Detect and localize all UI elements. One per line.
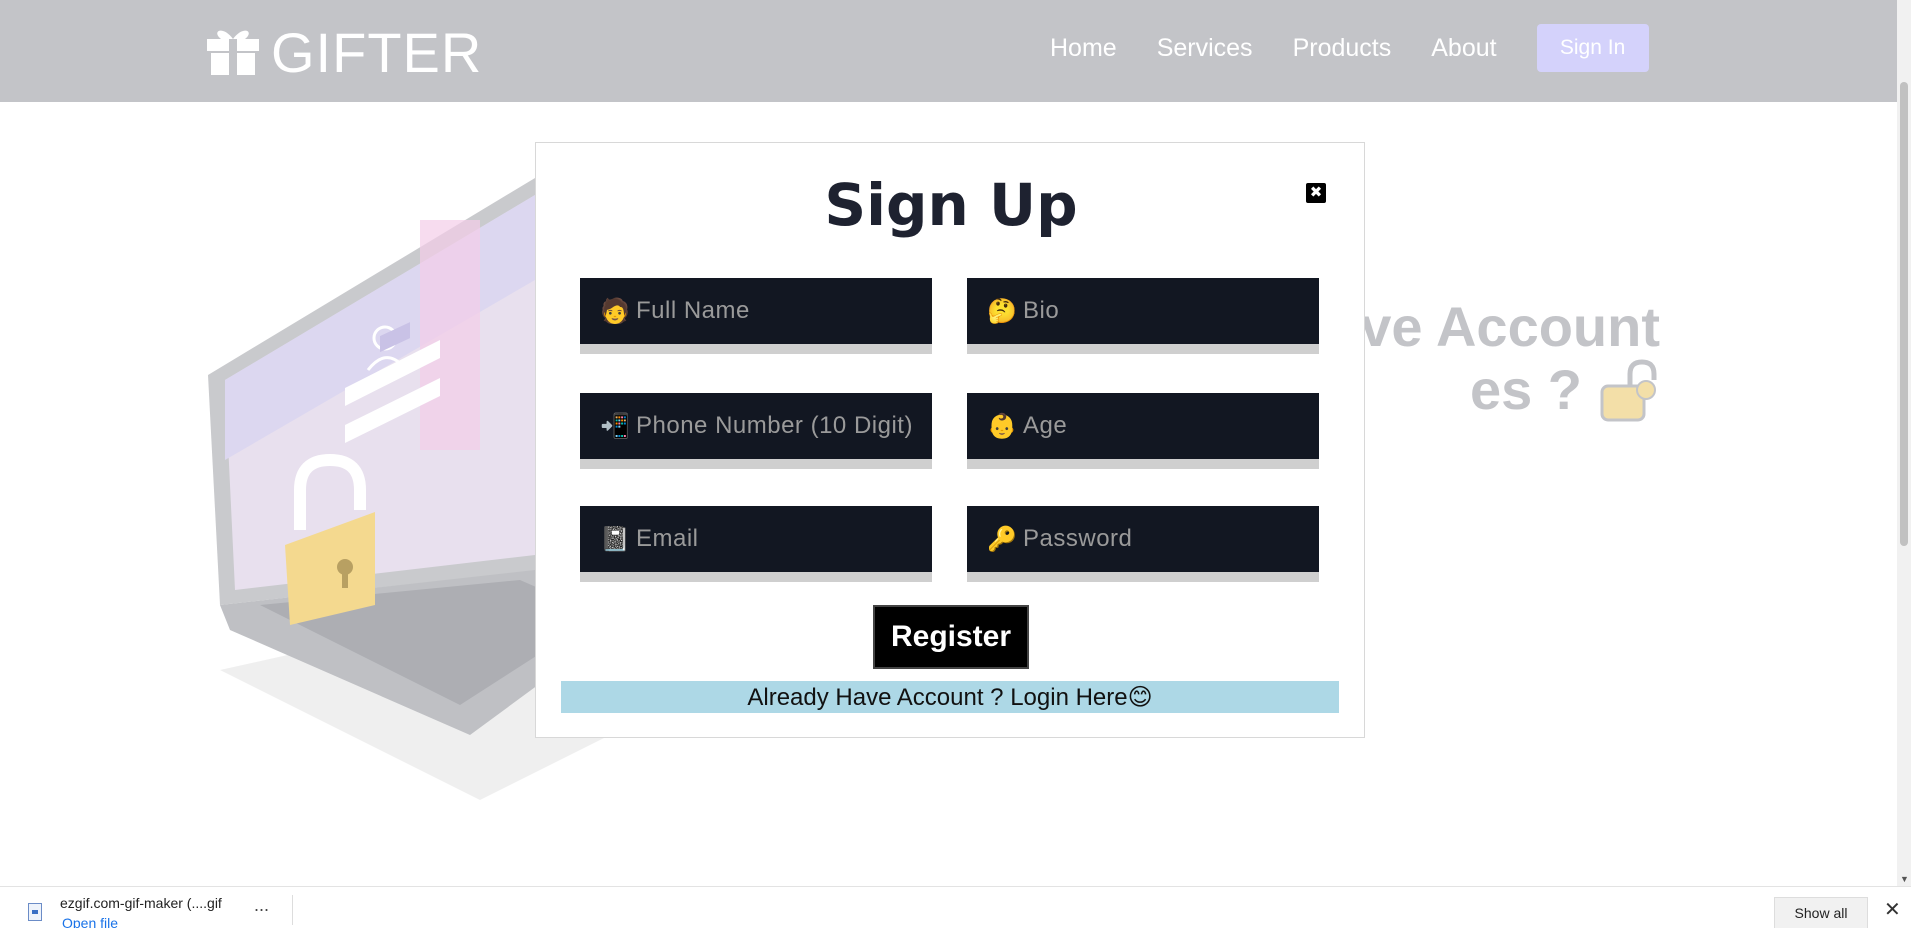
show-all-button[interactable]: Show all [1774,897,1868,928]
nav-links: Home Services Products About Sign In [1050,24,1649,72]
page-scrollbar[interactable]: ▼ [1897,0,1911,886]
brand-logo[interactable]: GIFTER [205,20,482,85]
more-options-icon[interactable]: ... [254,895,269,916]
scrollbar-thumb[interactable] [1900,82,1908,546]
modal-title: Sign Up [824,171,1078,239]
email-input[interactable] [636,525,926,553]
register-button[interactable]: Register [873,605,1029,669]
hero-line-2: es ? [1469,358,1582,421]
baby-icon: 👶 [987,412,1017,440]
email-field[interactable]: 📓 [580,506,932,582]
age-input[interactable] [1023,412,1313,440]
sign-in-button[interactable]: Sign In [1536,24,1649,72]
brand-name: GIFTER [271,21,483,84]
full-name-input[interactable] [636,297,926,325]
nav-link-home[interactable]: Home [1050,25,1117,71]
gif-file-icon [28,903,42,921]
download-divider [292,895,293,925]
close-download-bar-icon[interactable]: ✕ [1884,897,1901,922]
download-bar: ezgif.com-gif-maker (....gif Open file .… [0,886,1911,928]
phone-input[interactable] [636,412,926,440]
navbar: GIFTER Home Services Products About Sign… [0,0,1897,102]
phone-field[interactable]: 📲 [580,393,932,469]
hero-line-1: ve Account [1360,296,1660,358]
close-icon[interactable]: ✖ [1306,183,1326,203]
age-field[interactable]: 👶 [967,393,1319,469]
notebook-icon: 📓 [600,525,630,553]
mobile-phone-icon: 📲 [600,412,630,440]
bio-input[interactable] [1023,297,1313,325]
unlocked-padlock-icon [1596,358,1660,422]
open-file-link[interactable]: Open file [62,915,118,928]
hero-headline: ve Account es ? [1360,296,1660,422]
bio-field[interactable]: 🤔 [967,278,1319,354]
scroll-down-arrow-icon[interactable]: ▼ [1900,874,1909,884]
signup-modal: Sign Up ✖ 🧑 🤔 📲 👶 📓 🔑 [535,142,1365,738]
gift-icon [205,25,261,80]
thinking-face-icon: 🤔 [987,297,1017,325]
password-input[interactable] [1023,525,1313,553]
key-icon: 🔑 [987,525,1017,553]
nav-link-products[interactable]: Products [1293,25,1392,71]
nav-link-services[interactable]: Services [1157,25,1253,71]
nav-link-about[interactable]: About [1431,25,1496,71]
download-file-name[interactable]: ezgif.com-gif-maker (....gif [60,895,222,911]
full-name-field[interactable]: 🧑 [580,278,932,354]
person-icon: 🧑 [600,297,630,325]
password-field[interactable]: 🔑 [967,506,1319,582]
login-link[interactable]: Already Have Account ? Login Here😊 [561,681,1339,713]
